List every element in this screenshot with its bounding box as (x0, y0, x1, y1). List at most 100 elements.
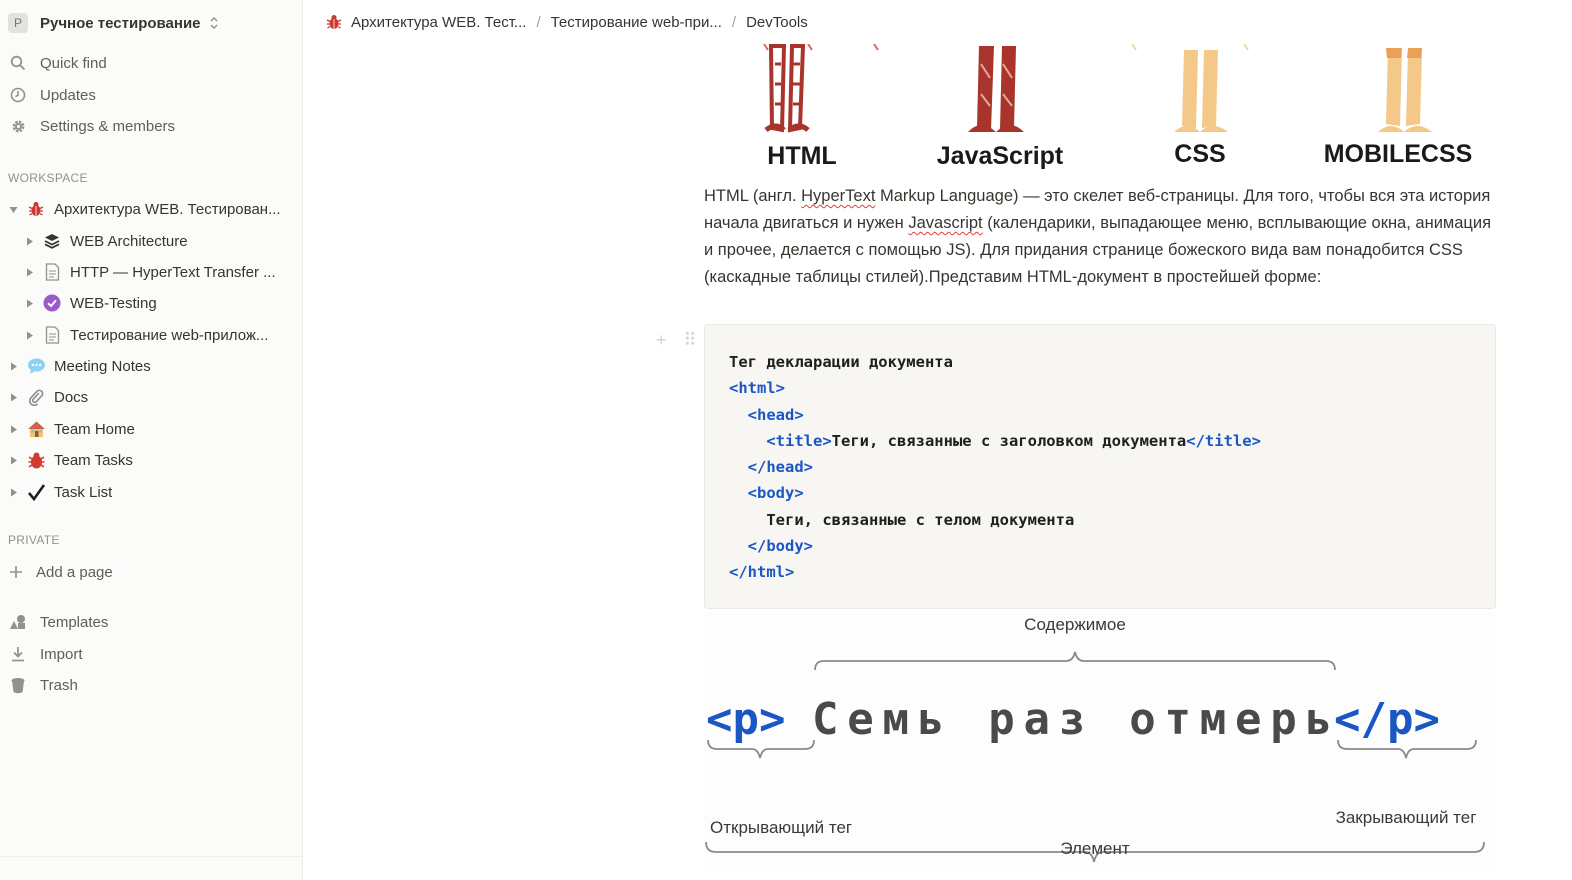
code-tag: </title> (1186, 431, 1261, 450)
code-text: Теги, связанные с заголовком документа (831, 431, 1187, 450)
toggle-expanded-icon[interactable] (8, 204, 18, 214)
toggle-collapsed-icon[interactable] (24, 298, 34, 308)
templates-button[interactable]: Templates (8, 608, 295, 636)
skeleton-legs-image: HTML JavaScript CSS MOBILECSS (763, 44, 1473, 170)
code-tag: <head> (747, 405, 804, 424)
opening-tag-label: Открывающий тег (710, 818, 852, 837)
element-label: Элемент (1060, 839, 1130, 858)
toggle-collapsed-icon[interactable] (8, 487, 18, 497)
settings-members-button[interactable]: Settings & members (8, 112, 295, 140)
private-section-label: PRIVATE (8, 533, 60, 547)
code-line: <title>Теги, связанные с заголовком доку… (729, 428, 1471, 454)
plus-icon (6, 562, 26, 582)
workspace-switcher[interactable]: P Ручное тестирование (8, 10, 219, 36)
code-line: <head> (729, 402, 1471, 428)
spellcheck-word: HyperText (801, 187, 876, 205)
sidebar-bottom-bar (0, 856, 303, 880)
sidebar-item-team-tasks[interactable]: Team Tasks (8, 446, 298, 474)
code-text: Тег декларации документа (729, 353, 953, 371)
toggle-collapsed-icon[interactable] (24, 236, 34, 246)
mobilecss-legs-illustration (1378, 48, 1432, 132)
layers-icon (42, 231, 62, 251)
sidebar-item-label: Тестирование web-прилож... (70, 326, 269, 344)
breadcrumb-separator: / (731, 13, 737, 31)
breadcrumb-item-web-app-testing[interactable]: Тестирование web-при... (551, 14, 722, 31)
sidebar-item-task-list[interactable]: Task List (8, 478, 298, 506)
templates-label: Templates (40, 613, 109, 631)
speech-bubble-icon (26, 356, 46, 376)
closing-tag-label: Закрывающий тег (1336, 808, 1477, 827)
chevron-updown-icon (210, 17, 218, 29)
sidebar-item-meeting-notes[interactable]: Meeting Notes (8, 352, 298, 380)
bug-icon (26, 199, 46, 219)
sidebar-item-label: HTTP — HyperText Transfer ... (70, 263, 276, 281)
search-icon (8, 53, 28, 73)
quick-find-label: Quick find (40, 54, 107, 72)
code-tag: <body> (747, 484, 804, 503)
sidebar-item-team-home[interactable]: Team Home (8, 415, 298, 443)
sidebar-item-label: WEB Architecture (70, 232, 188, 250)
spellcheck-word: Javascript (908, 214, 983, 232)
intro-paragraph[interactable]: HTML (англ. HyperText Markup Language) —… (704, 183, 1496, 291)
gear-icon (8, 116, 28, 136)
toggle-collapsed-icon[interactable] (24, 330, 34, 340)
close-tag-text: </p> (1334, 694, 1440, 745)
sidebar-item-label: WEB-Testing (70, 294, 157, 312)
toggle-collapsed-icon[interactable] (8, 455, 18, 465)
code-line: Теги, связанные с телом документа (729, 507, 1471, 533)
sidebar-item-label: Meeting Notes (54, 357, 151, 375)
sidebar-item-web-app-testing[interactable]: Тестирование web-прилож... (24, 321, 296, 349)
workspace-name: Ручное тестирование (40, 14, 201, 32)
page-icon (42, 262, 62, 282)
trash-label: Trash (40, 676, 78, 694)
add-page-label: Add a page (36, 563, 113, 581)
hero-label-javascript: JavaScript (937, 142, 1064, 170)
code-line: </body> (729, 533, 1471, 559)
code-tag: </body> (747, 537, 813, 556)
html-code-example: Тег декларации документа <html> <head> <… (704, 324, 1496, 609)
add-page-button[interactable]: Add a page (6, 558, 293, 586)
block-drag-handle-icon[interactable]: + ⠿ (656, 330, 703, 351)
bug-icon (325, 13, 343, 31)
toggle-collapsed-icon[interactable] (8, 361, 18, 371)
sidebar-item-docs[interactable]: Docs (8, 383, 298, 411)
sidebar-item-web-architecture-root[interactable]: Архитектура WEB. Тестирован... (8, 195, 298, 223)
sidebar-item-web-testing[interactable]: WEB-Testing (24, 289, 296, 317)
code-tag: </head> (747, 458, 813, 477)
toggle-collapsed-icon[interactable] (24, 267, 34, 277)
breadcrumb-separator: / (536, 13, 541, 31)
content-label: Содержимое (1024, 615, 1126, 634)
red-bug-icon (26, 450, 46, 470)
breadcrumb: Архитектура WEB. Тест... / Тестирование … (303, 0, 1572, 44)
html-legs-illustration (763, 44, 879, 133)
sidebar-item-http[interactable]: HTTP — HyperText Transfer ... (24, 258, 296, 286)
house-icon (26, 419, 46, 439)
import-button[interactable]: Import (8, 640, 295, 668)
paragraph-text: HTML (англ. (704, 187, 802, 205)
css-legs-illustration (1131, 44, 1249, 132)
code-line: <body> (729, 480, 1471, 506)
trash-button[interactable]: Trash (8, 671, 295, 699)
code-line: <html> (729, 375, 1471, 401)
code-text: Теги, связанные с телом документа (766, 510, 1075, 529)
sidebar-item-web-architecture[interactable]: WEB Architecture (24, 227, 296, 255)
breadcrumb-label: Архитектура WEB. Тест... (351, 13, 527, 31)
settings-members-label: Settings & members (40, 117, 176, 135)
sidebar-item-label: Team Home (54, 420, 135, 438)
updates-button[interactable]: Updates (8, 81, 295, 109)
quick-find-button[interactable]: Quick find (8, 49, 295, 77)
hero-label-mobilecss: MOBILECSS (1324, 140, 1473, 168)
breadcrumb-item-web-architecture[interactable]: Архитектура WEB. Тест... (325, 13, 526, 31)
sidebar-item-label: Team Tasks (54, 451, 133, 469)
import-label: Import (40, 645, 83, 663)
sidebar-item-label: Архитектура WEB. Тестирован... (54, 200, 281, 218)
toggle-collapsed-icon[interactable] (8, 392, 18, 402)
open-tag-text: <p> (706, 694, 785, 745)
breadcrumb-item-devtools[interactable]: DevTools (746, 14, 808, 31)
workspace-avatar: P (8, 13, 28, 33)
toggle-collapsed-icon[interactable] (8, 424, 18, 434)
templates-icon (8, 612, 28, 632)
import-icon (8, 644, 28, 664)
code-tag: <html> (729, 379, 785, 398)
javascript-legs-illustration (968, 46, 1024, 132)
